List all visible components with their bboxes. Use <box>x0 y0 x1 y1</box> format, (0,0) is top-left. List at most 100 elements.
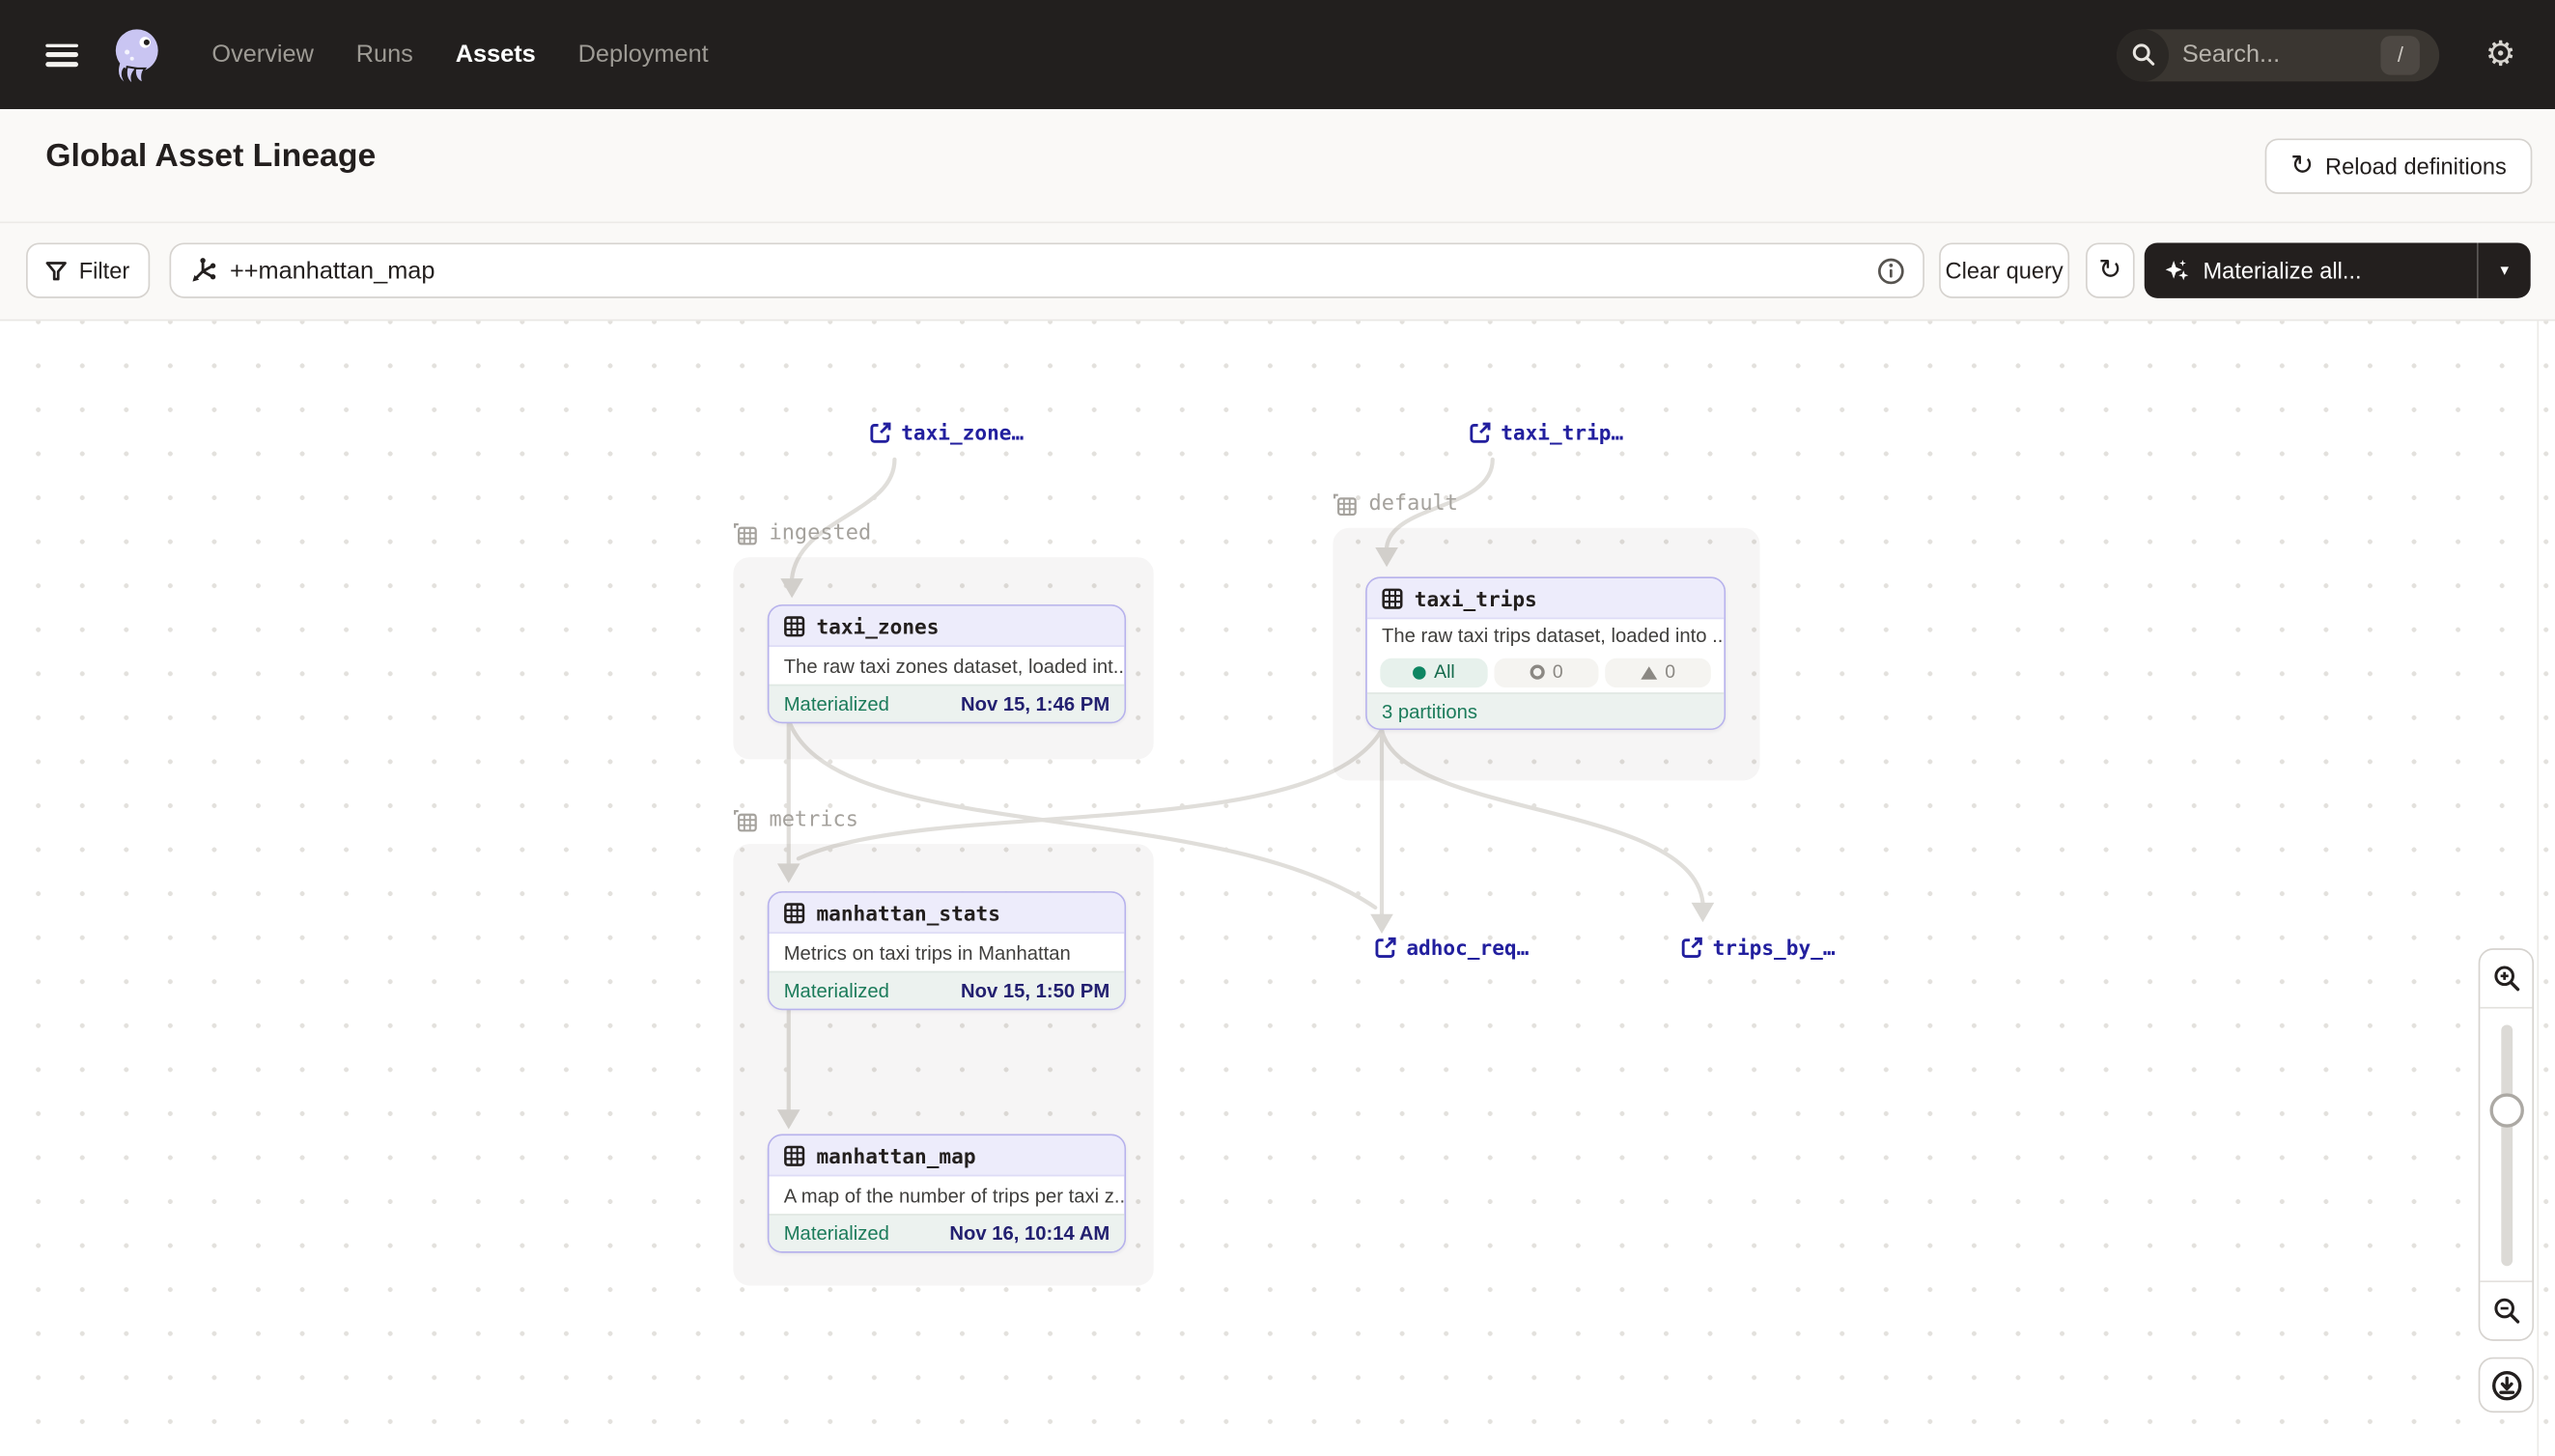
asset-title: manhattan_stats <box>816 900 1000 924</box>
zoom-in-button[interactable] <box>2480 950 2532 1009</box>
info-icon[interactable] <box>1877 257 1905 285</box>
external-asset-link-trips-by[interactable]: trips_by_… <box>1682 936 1836 960</box>
lineage-edges <box>0 321 2555 1456</box>
top-nav: Overview Runs Assets Deployment / ⚙ <box>0 0 2555 109</box>
partitions-count: 3 partitions <box>1367 692 1725 728</box>
table-icon <box>784 615 805 636</box>
zoom-slider-thumb[interactable] <box>2489 1093 2523 1127</box>
ring-icon <box>1530 665 1544 680</box>
group-label-ingested[interactable]: ingested <box>733 521 871 546</box>
materialization-timestamp: Nov 15, 1:50 PM <box>961 979 1109 1002</box>
success-dot-icon <box>1413 665 1426 679</box>
page-title: Global Asset Lineage <box>45 138 376 176</box>
group-label-default[interactable]: default <box>1333 492 1458 517</box>
materialize-all-button[interactable]: Materialize all... ▾ <box>2145 242 2531 297</box>
asset-description: Metrics on taxi trips in Manhattan <box>770 934 1125 971</box>
asset-description: A map of the number of trips per taxi z.… <box>770 1176 1125 1214</box>
asset-title: taxi_trips <box>1415 586 1537 610</box>
app-viewport: Overview Runs Assets Deployment / ⚙ Glob… <box>0 0 2555 1456</box>
zoom-slider[interactable] <box>2480 1009 2532 1281</box>
pill-label: 0 <box>1665 662 1675 682</box>
refresh-icon: ↻ <box>2290 153 2314 181</box>
group-icon <box>733 808 757 832</box>
nav-item-deployment[interactable]: Deployment <box>578 41 709 69</box>
external-link-icon <box>1375 937 1396 958</box>
partition-health-row: All 0 0 <box>1367 652 1725 692</box>
materialize-dropdown-caret[interactable]: ▾ <box>2477 242 2531 297</box>
materialization-timestamp: Nov 15, 1:46 PM <box>961 692 1109 715</box>
nav-item-assets[interactable]: Assets <box>456 41 536 69</box>
asset-title: manhattan_map <box>816 1143 975 1167</box>
external-link-icon <box>1682 937 1703 958</box>
filter-button[interactable]: Filter <box>26 242 150 297</box>
zoom-panel <box>2479 948 2534 1341</box>
asset-node-taxi-zones[interactable]: taxi_zones The raw taxi zones dataset, l… <box>768 604 1126 723</box>
gear-icon[interactable]: ⚙ <box>2485 38 2516 71</box>
selector-icon <box>189 257 217 285</box>
table-icon <box>784 902 805 923</box>
external-link-label: taxi_trip… <box>1501 420 1623 444</box>
materialization-timestamp: Nov 16, 10:14 AM <box>949 1222 1109 1246</box>
header-divider <box>0 222 2555 224</box>
dagster-logo[interactable] <box>104 22 170 88</box>
external-asset-link-adhoc-req[interactable]: adhoc_req… <box>1375 936 1529 960</box>
group-name: metrics <box>770 808 858 832</box>
search-input[interactable] <box>2182 41 2362 69</box>
sparkles-icon <box>2164 258 2190 284</box>
download-view-button[interactable] <box>2479 1358 2534 1413</box>
external-link-icon <box>870 422 891 443</box>
zoom-out-icon <box>2492 1297 2520 1325</box>
asset-description: The raw taxi trips dataset, loaded into … <box>1367 619 1725 652</box>
group-icon <box>1333 492 1357 517</box>
refresh-icon: ↻ <box>2098 257 2121 285</box>
lineage-canvas[interactable]: ingested default metrics <box>0 321 2555 1456</box>
status-badge: Materialized <box>784 979 889 1002</box>
nav-items: Overview Runs Assets Deployment <box>211 41 708 69</box>
asset-node-manhattan-map[interactable]: manhattan_map A map of the number of tri… <box>768 1134 1126 1253</box>
pill-label: All <box>1434 662 1455 682</box>
zoom-in-icon <box>2492 965 2520 993</box>
nav-item-runs[interactable]: Runs <box>356 41 413 69</box>
filter-label: Filter <box>79 258 130 284</box>
asset-description: The raw taxi zones dataset, loaded int..… <box>770 647 1125 685</box>
zoom-slider-track[interactable] <box>2501 1024 2513 1266</box>
partitions-missing-pill[interactable]: 0 <box>1494 658 1598 686</box>
asset-node-manhattan-stats[interactable]: manhattan_stats Metrics on taxi trips in… <box>768 891 1126 1010</box>
canvas-edge-divider <box>2537 321 2539 1456</box>
materialize-all-label: Materialize all... <box>2204 258 2362 284</box>
group-name: default <box>1369 492 1458 517</box>
external-asset-link-taxi-trip[interactable]: taxi_trip… <box>1470 420 1623 444</box>
refresh-graph-button[interactable]: ↻ <box>2086 242 2135 297</box>
filter-icon <box>46 260 68 281</box>
search-icon <box>2117 29 2169 81</box>
pill-label: 0 <box>1553 662 1563 682</box>
asset-node-taxi-trips[interactable]: taxi_trips The raw taxi trips dataset, l… <box>1365 576 1726 730</box>
external-asset-link-taxi-zone[interactable]: taxi_zone… <box>870 420 1024 444</box>
reload-definitions-label: Reload definitions <box>2325 154 2507 180</box>
external-link-label: taxi_zone… <box>901 420 1024 444</box>
global-search[interactable]: / <box>2117 29 2439 81</box>
clear-query-button[interactable]: Clear query <box>1939 242 2069 297</box>
group-name: ingested <box>770 521 872 546</box>
status-badge: Materialized <box>784 692 889 715</box>
caret-down-icon: ▾ <box>2500 262 2508 280</box>
status-badge: Materialized <box>784 1222 889 1246</box>
warning-triangle-icon <box>1641 665 1657 679</box>
reload-definitions-button[interactable]: ↻ Reload definitions <box>2265 138 2533 193</box>
asset-selection-input-wrap <box>170 242 1924 297</box>
external-link-label: trips_by_… <box>1713 936 1836 960</box>
hamburger-menu-icon[interactable] <box>45 43 78 67</box>
external-link-label: adhoc_req… <box>1406 936 1529 960</box>
zoom-out-button[interactable] <box>2480 1280 2532 1339</box>
table-icon <box>1382 587 1403 608</box>
group-label-metrics[interactable]: metrics <box>733 808 858 832</box>
partitions-all-pill[interactable]: All <box>1380 658 1487 686</box>
nav-item-overview[interactable]: Overview <box>211 41 313 69</box>
table-icon <box>784 1144 805 1165</box>
download-icon <box>2490 1369 2521 1400</box>
slash-shortcut-badge: / <box>2381 35 2421 74</box>
partitions-failed-pill[interactable]: 0 <box>1605 658 1711 686</box>
group-icon <box>733 521 757 546</box>
asset-selection-input[interactable] <box>230 257 1877 285</box>
external-link-icon <box>1470 422 1491 443</box>
